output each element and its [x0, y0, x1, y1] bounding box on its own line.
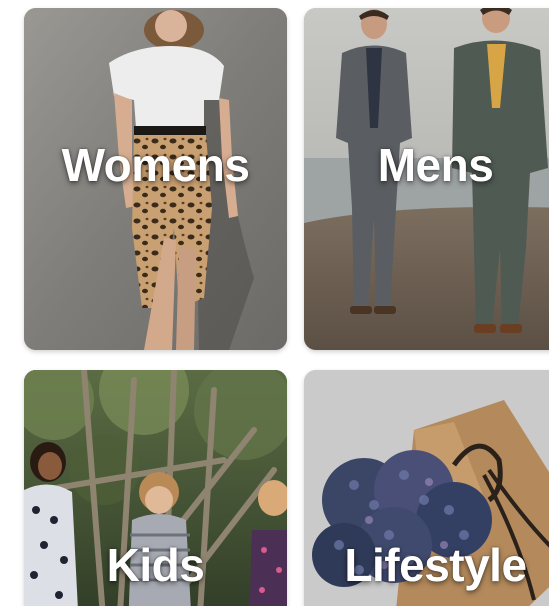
womens-category-image — [24, 8, 287, 350]
category-tile-womens[interactable]: Womens — [24, 8, 287, 350]
lifestyle-category-image — [304, 370, 549, 606]
mens-category-image — [304, 8, 549, 350]
category-tile-lifestyle[interactable]: Lifestyle — [304, 370, 549, 606]
category-grid: Womens Mens Kids Lifestyle — [0, 0, 549, 606]
category-tile-mens[interactable]: Mens — [304, 8, 549, 350]
kids-category-image — [24, 370, 287, 606]
category-tile-kids[interactable]: Kids — [24, 370, 287, 606]
